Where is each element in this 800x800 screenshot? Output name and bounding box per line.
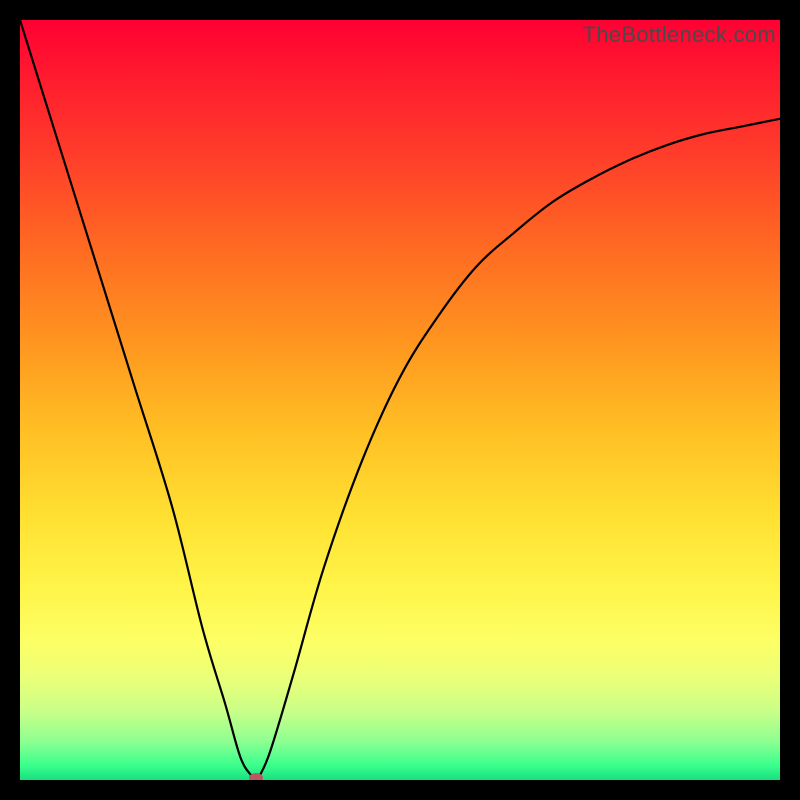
vertex-marker — [249, 773, 263, 780]
bottleneck-curve — [20, 20, 780, 780]
chart-plot-area: TheBottleneck.com — [20, 20, 780, 780]
watermark-text: TheBottleneck.com — [583, 22, 776, 48]
curve-path — [20, 20, 780, 780]
